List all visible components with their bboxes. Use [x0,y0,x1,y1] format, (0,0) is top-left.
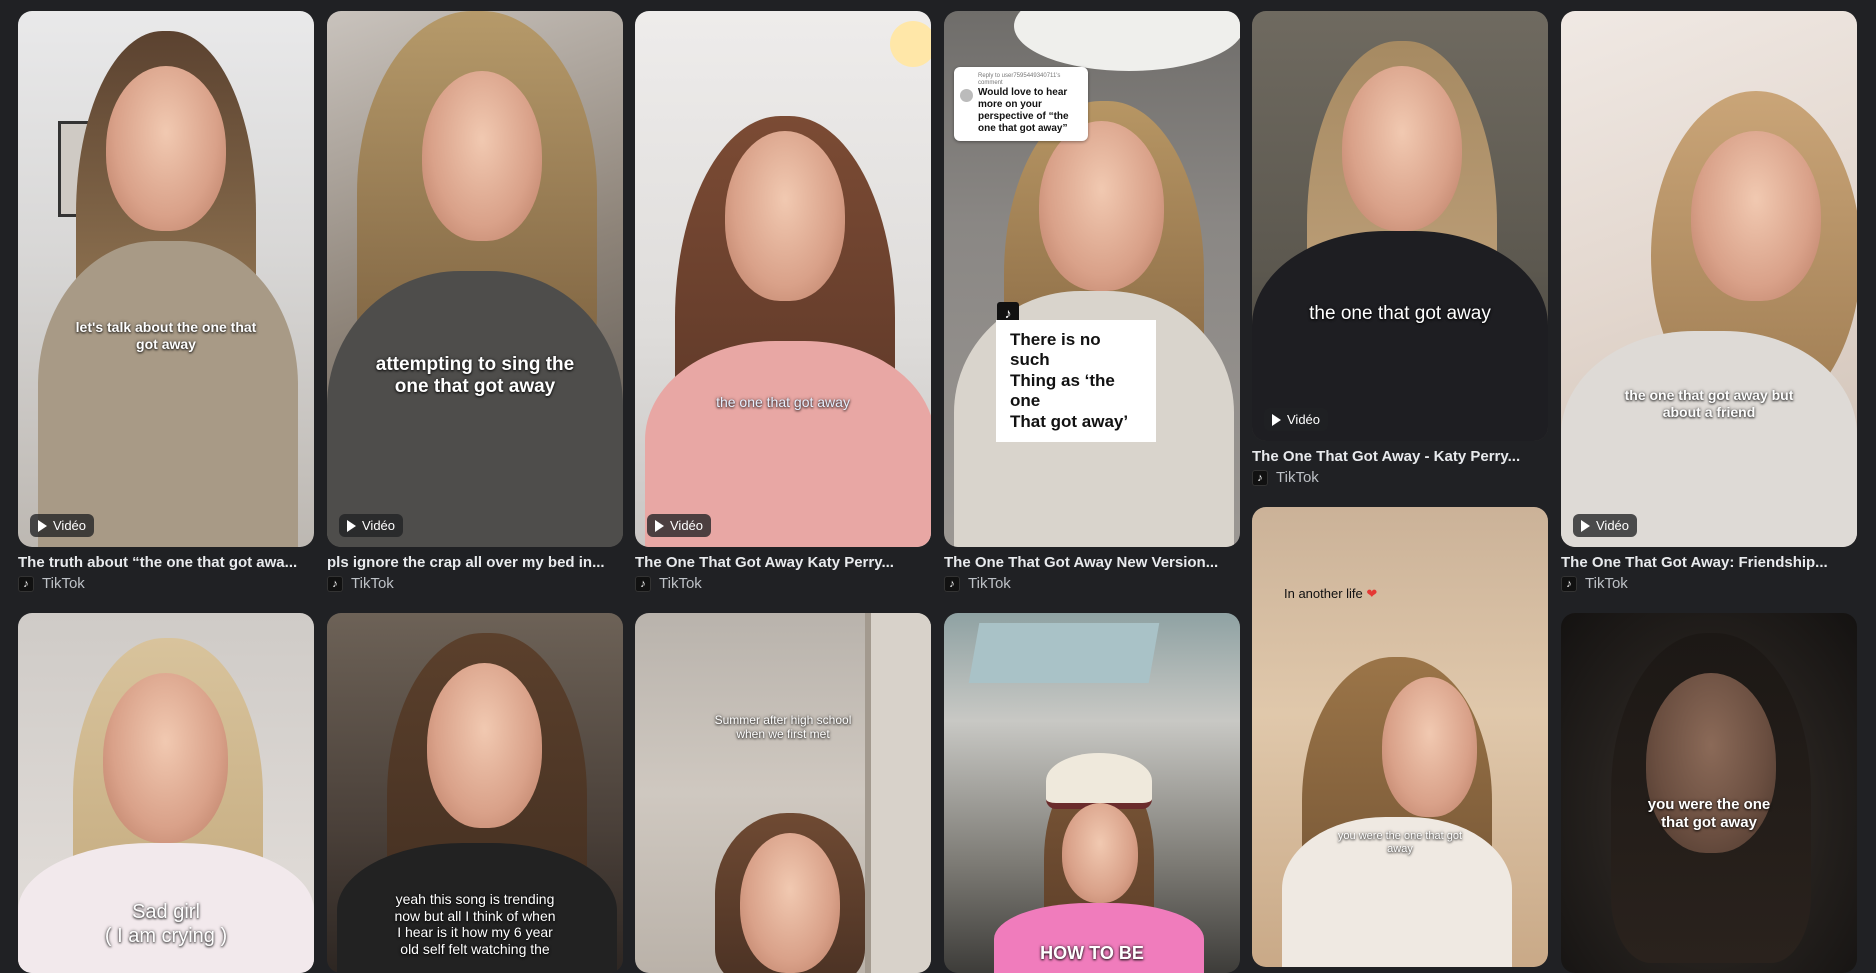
video-caption: the one that got away but about a friend [1624,387,1794,420]
video-thumbnail[interactable]: Summer after high school when we first m… [635,613,931,973]
result-card-2[interactable]: attempting to sing the one that got away… [327,11,623,592]
heart-icon: ❤ [1366,586,1378,601]
result-title[interactable]: The One That Got Away New Version... [944,554,1240,571]
video-caption: attempting to sing the one that got away [375,354,575,398]
play-icon [1581,519,1590,532]
result-card-11[interactable]: In another life ❤ you were the one that … [1252,507,1548,967]
result-card-6[interactable]: the one that got away but about a friend… [1561,11,1857,592]
result-source[interactable]: ♪ TikTok [1252,469,1548,486]
video-thumbnail[interactable]: the one that got away Vidéo [1252,11,1548,441]
play-icon [1272,413,1281,426]
result-title[interactable]: The truth about “the one that got awa... [18,554,314,571]
tiktok-icon: ♪ [1561,575,1577,592]
tiktok-icon: ♪ [18,575,34,592]
video-badge: Vidéo [339,514,404,537]
result-card-12[interactable]: you were the one that got away [1561,613,1857,973]
result-title[interactable]: The One That Got Away - Katy Perry... [1252,448,1548,465]
video-caption: HOW TO BE [1040,943,1144,963]
result-card-10[interactable]: HOW TO BE [944,613,1240,973]
result-card-5[interactable]: the one that got away Vidéo The One That… [1252,11,1548,486]
result-source[interactable]: ♪ TikTok [1561,575,1857,592]
video-caption: Sad girl ( I am crying ) [104,901,228,947]
video-caption-2: you were the one that got away [1337,830,1463,855]
result-card-7[interactable]: Sad girl ( I am crying ) [18,613,314,973]
video-thumbnail[interactable]: Sad girl ( I am crying ) [18,613,314,973]
result-title[interactable]: pls ignore the crap all over my bed in..… [327,554,623,571]
video-thumbnail[interactable]: Reply to user7595449340711's comment Wou… [944,11,1240,547]
video-caption: In another life ❤ [1284,586,1378,601]
avatar [960,89,973,102]
video-caption: Summer after high school when we first m… [714,713,852,742]
result-title[interactable]: The One That Got Away Katy Perry... [635,554,931,571]
result-source[interactable]: ♪ TikTok [327,575,623,592]
video-thumbnail[interactable]: let's talk about the one that got away V… [18,11,314,547]
result-title[interactable]: The One That Got Away: Friendship... [1561,554,1857,571]
video-badge: Vidéo [647,514,712,537]
result-source[interactable]: ♪ TikTok [18,575,314,592]
result-card-9[interactable]: Summer after high school when we first m… [635,613,931,973]
play-icon [655,519,664,532]
video-caption: yeah this song is trending now but all I… [394,891,556,957]
video-caption: the one that got away [716,394,850,410]
result-card-3[interactable]: the one that got away Vidéo The One That… [635,11,931,592]
tiktok-icon: ♪ [327,575,343,592]
video-badge: Vidéo [1264,408,1329,431]
result-source[interactable]: ♪ TikTok [944,575,1240,592]
result-card-4[interactable]: Reply to user7595449340711's comment Wou… [944,11,1240,592]
video-thumbnail[interactable]: you were the one that got away [1561,613,1857,973]
video-badge: Vidéo [30,514,95,537]
video-caption: you were the one that got away [1647,796,1771,831]
video-thumbnail[interactable]: the one that got away Vidéo [635,11,931,547]
tiktok-icon: ♪ [1252,469,1268,486]
tiktok-icon: ♪ [635,575,651,592]
tiktok-icon: ♪ [944,575,960,592]
video-caption: the one that got away [1309,303,1491,324]
video-thumbnail[interactable]: the one that got away but about a friend… [1561,11,1857,547]
video-thumbnail[interactable]: yeah this song is trending now but all I… [327,613,623,973]
video-thumbnail[interactable]: attempting to sing the one that got away… [327,11,623,547]
play-icon [347,519,356,532]
video-badge: Vidéo [1573,514,1638,537]
video-caption: There is no such Thing as ‘the one That … [996,320,1156,442]
reply-comment-bubble: Reply to user7595449340711's comment Wou… [954,67,1088,142]
result-card-8[interactable]: yeah this song is trending now but all I… [327,613,623,973]
result-source[interactable]: ♪ TikTok [635,575,931,592]
result-card-1[interactable]: let's talk about the one that got away V… [18,11,314,592]
video-thumbnail[interactable]: In another life ❤ you were the one that … [1252,507,1548,967]
video-caption: let's talk about the one that got away [75,319,257,352]
video-thumbnail[interactable]: HOW TO BE [944,613,1240,973]
play-icon [38,519,47,532]
